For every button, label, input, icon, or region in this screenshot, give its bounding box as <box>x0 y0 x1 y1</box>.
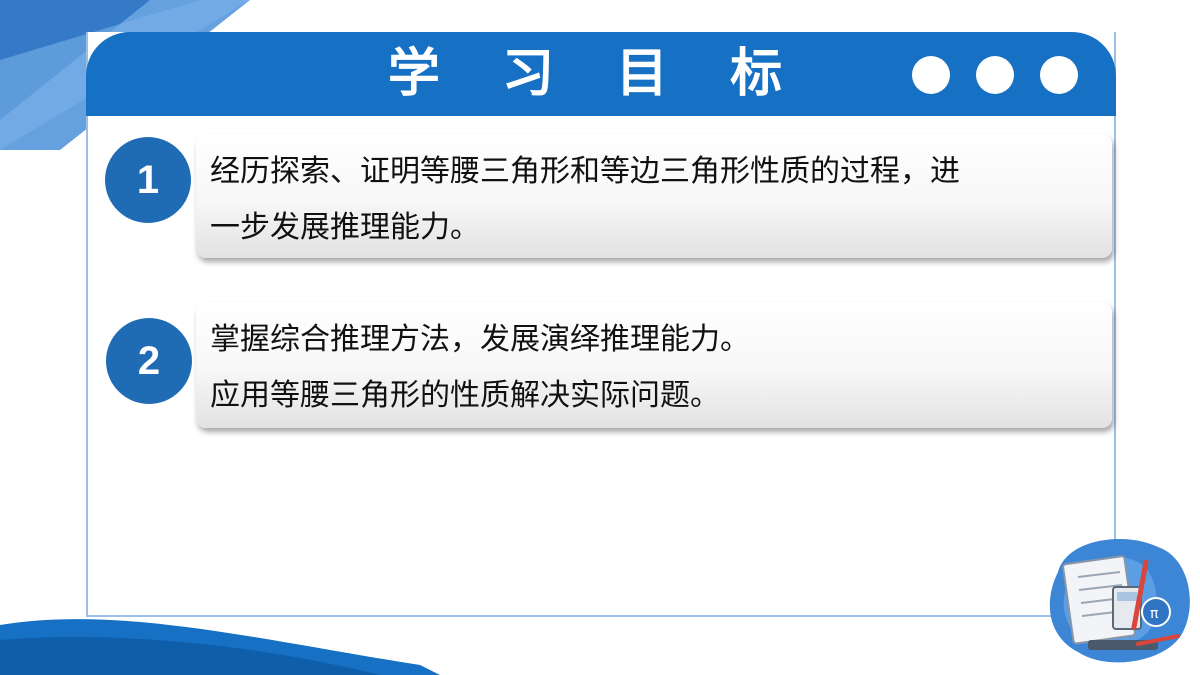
header-dot-icon <box>1040 56 1078 94</box>
svg-text:π: π <box>1150 606 1159 622</box>
header-dots <box>912 56 1078 94</box>
objective-card-1: 经历探索、证明等腰三角形和等边三角形性质的过程，进 一步发展推理能力。 <box>196 134 1112 258</box>
objective-1-line-1: 经历探索、证明等腰三角形和等边三角形性质的过程，进 <box>210 154 960 189</box>
objective-2-line-2: 应用等腰三角形的性质解决实际问题。 <box>210 378 720 413</box>
header-dot-icon <box>976 56 1014 94</box>
header-dot-icon <box>912 56 950 94</box>
objective-card-2: 掌握综合推理方法，发展演绎推理能力。 应用等腰三角形的性质解决实际问题。 <box>196 302 1112 428</box>
objective-number-badge-2: 2 <box>106 318 192 404</box>
objective-number-badge-1: 1 <box>105 137 191 223</box>
header-bar: 学 习 目 标 <box>86 32 1116 116</box>
page-title: 学 习 目 标 <box>387 44 805 104</box>
objective-2-line-1: 掌握综合推理方法，发展演绎推理能力。 <box>210 322 750 357</box>
math-study-illustration: π <box>1049 539 1190 663</box>
objective-1-line-2: 一步发展推理能力。 <box>210 210 480 245</box>
